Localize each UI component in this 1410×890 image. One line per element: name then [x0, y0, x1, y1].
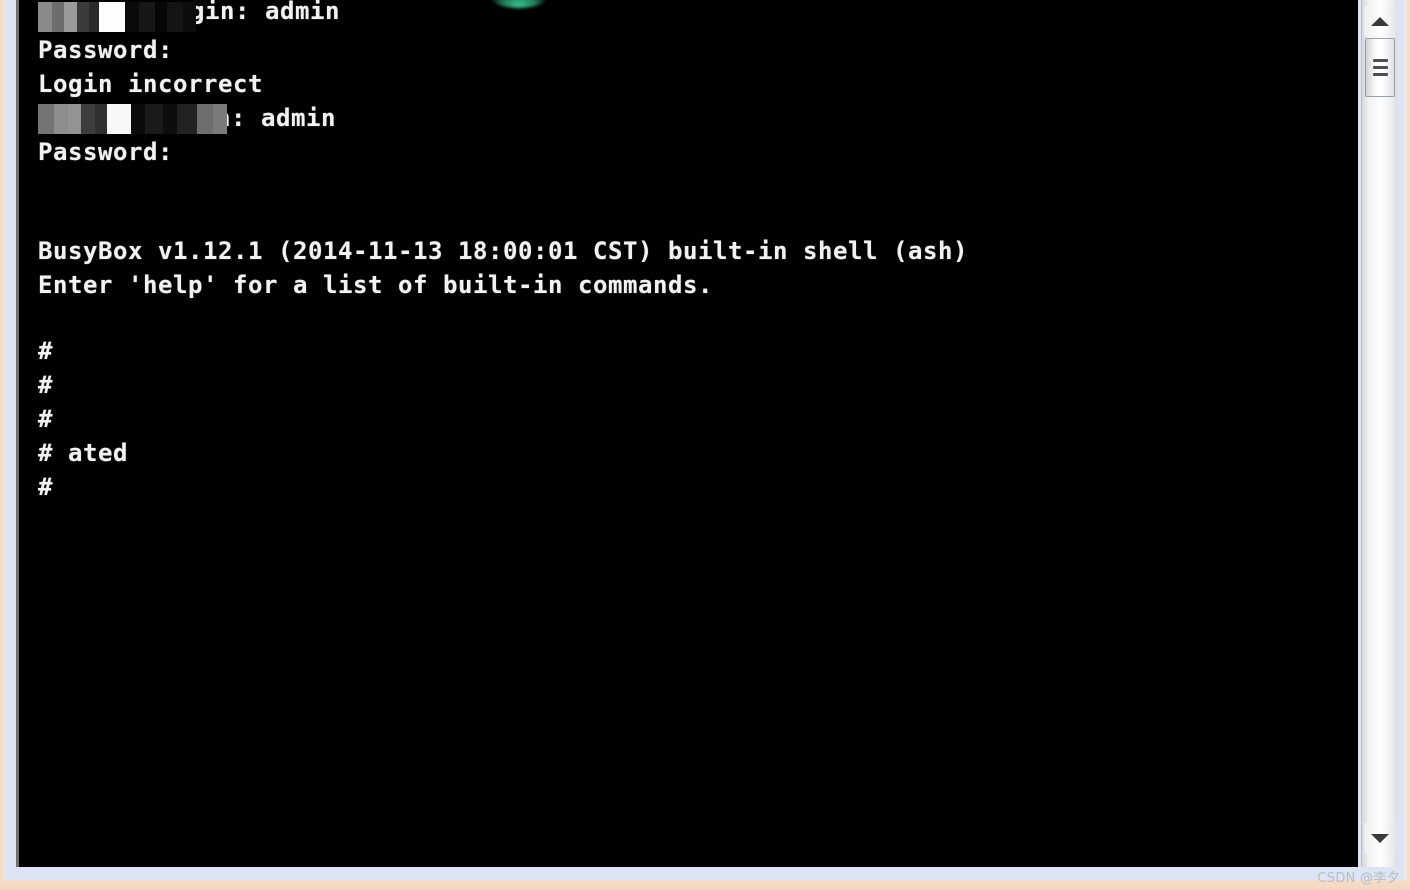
terminal-line: Enter 'help' for a list of built-in comm… — [38, 271, 713, 299]
mosaic-block — [81, 104, 95, 134]
terminal-line: # ated — [38, 439, 128, 467]
grip-line-icon — [1372, 73, 1388, 76]
window-frame-left-stripe — [0, 0, 5, 890]
terminal-line: Password: — [38, 36, 173, 64]
window-frame-right-stripe — [1404, 0, 1410, 890]
terminal-line-censored: n: admin — [216, 104, 336, 132]
grip-line-icon — [1372, 59, 1388, 62]
terminal-line-censored: gin: admin — [190, 0, 340, 25]
terminal-output-area[interactable]: gin: admin Password: Login incorrect n: adm… — [19, 0, 1358, 867]
triangle-down-icon — [1371, 833, 1389, 843]
watermark-label: CSDN @李夕 — [1317, 871, 1400, 886]
terminal-vertical-scrollbar[interactable] — [1361, 0, 1397, 867]
mosaic-block — [38, 2, 52, 32]
mosaic-block — [38, 104, 54, 134]
window-frame-bottom-stripe — [0, 880, 1410, 890]
terminal-line: BusyBox v1.12.1 (2014-11-13 18:00:01 CST… — [38, 237, 968, 265]
triangle-up-icon — [1371, 16, 1389, 26]
terminal-line: # — [38, 473, 53, 501]
mosaic-block — [177, 104, 197, 134]
mosaic-block — [64, 2, 77, 32]
mosaic-block — [167, 2, 183, 32]
mosaic-block — [54, 104, 68, 134]
scroll-up-arrow-icon[interactable] — [1364, 6, 1396, 36]
terminal-line: Password: — [38, 138, 173, 166]
redacted-hostname-mosaic — [38, 2, 196, 32]
mosaic-block — [139, 2, 155, 32]
redacted-hostname-mosaic — [38, 104, 227, 134]
mosaic-block — [77, 2, 89, 32]
application-window: gin: admin Password: Login incorrect n: adm… — [0, 0, 1410, 890]
terminal-line: # — [38, 337, 53, 365]
terminal-line: Login incorrect — [38, 70, 263, 98]
mosaic-block — [125, 2, 139, 32]
mosaic-block — [131, 104, 145, 134]
green-status-blip-icon — [491, 0, 547, 8]
terminal-pane[interactable]: gin: admin Password: Login incorrect n: adm… — [16, 0, 1358, 867]
mosaic-block — [107, 104, 131, 134]
mosaic-block — [163, 104, 177, 134]
scroll-down-arrow-icon[interactable] — [1364, 823, 1396, 853]
grip-line-icon — [1372, 66, 1388, 69]
mosaic-block — [95, 104, 107, 134]
mosaic-block — [89, 2, 99, 32]
terminal-line: # — [38, 371, 53, 399]
scrollbar-thumb[interactable] — [1365, 38, 1395, 97]
mosaic-block — [99, 2, 125, 32]
mosaic-block — [155, 2, 167, 32]
terminal-line: # — [38, 405, 53, 433]
mosaic-block — [52, 2, 64, 32]
mosaic-block — [197, 104, 213, 134]
mosaic-block — [145, 104, 163, 134]
mosaic-block — [68, 104, 81, 134]
